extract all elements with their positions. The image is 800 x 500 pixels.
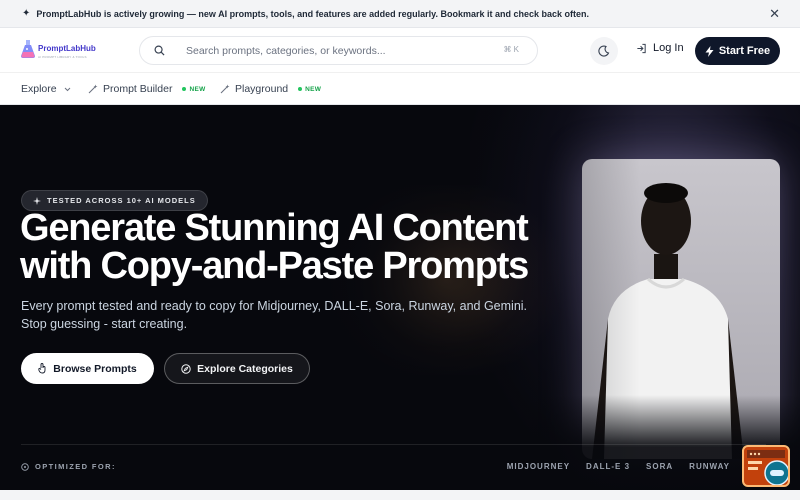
explore-categories-button[interactable]: Explore Categories: [164, 353, 310, 384]
chat-widget-button[interactable]: [742, 445, 790, 487]
model-name: SORA: [646, 462, 674, 471]
login-button[interactable]: Log In: [636, 42, 684, 54]
search-shortcut: ⌘ K: [503, 45, 519, 54]
model-name: RUNWAY: [689, 462, 730, 471]
nav-explore-label: Explore: [21, 83, 57, 95]
announcement-text: PromptLabHub is actively growing — new A…: [36, 8, 590, 19]
moon-icon: [598, 45, 610, 57]
hero-title-line1: Generate Stunning AI Content: [20, 207, 529, 249]
hero-title: Generate Stunning AI Content with Copy-a…: [20, 209, 640, 285]
start-free-button[interactable]: Start Free: [695, 37, 780, 65]
hero-subtitle-line1: Every prompt tested and ready to copy fo…: [21, 299, 528, 313]
page-bottom-strip: [0, 490, 800, 500]
tested-badge-label: TESTED ACROSS 10+ AI MODELS: [47, 196, 196, 205]
chevron-down-icon: [64, 87, 70, 91]
new-badge: NEW: [298, 86, 321, 93]
browse-prompts-button[interactable]: Browse Prompts: [21, 353, 154, 384]
browse-prompts-label: Browse Prompts: [53, 362, 137, 375]
target-icon: [21, 462, 29, 471]
supported-models: MIDJOURNEY DALL-E 3 SORA RUNWAY: [507, 462, 730, 471]
login-label: Log In: [653, 42, 684, 54]
explore-categories-label: Explore Categories: [197, 362, 293, 375]
compass-icon: [181, 363, 191, 374]
search-input[interactable]: [186, 44, 486, 57]
theme-toggle-button[interactable]: [590, 37, 618, 65]
chat-bot-icon: [747, 450, 788, 485]
close-icon[interactable]: ✕: [769, 6, 780, 22]
nav-prompt-builder-label: Prompt Builder: [103, 83, 173, 95]
nav-playground[interactable]: Playground NEW: [220, 83, 321, 95]
search-bar[interactable]: ⌘ K: [139, 36, 538, 65]
model-name: MIDJOURNEY: [506, 462, 571, 471]
announcement-bar: ✦ PromptLabHub is actively growing — new…: [0, 0, 800, 28]
hero-divider: [21, 444, 766, 445]
model-name: DALL-E 3: [586, 462, 631, 471]
sub-navigation: Explore Prompt Builder NEW Playground NE…: [0, 73, 800, 105]
hero-overlay: [0, 395, 800, 490]
flask-logo-icon: [21, 40, 35, 58]
hero-title-line2: with Copy-and-Paste Prompts: [20, 245, 529, 287]
hero-section: TESTED ACROSS 10+ AI MODELS Generate Stu…: [0, 105, 800, 490]
sparkle-icon: ✦: [22, 8, 31, 19]
lightning-icon: [705, 45, 714, 57]
pointer-icon: [38, 363, 46, 374]
start-free-label: Start Free: [718, 45, 771, 57]
logo-name: PromptLabHub: [38, 44, 96, 53]
search-icon: [144, 36, 174, 65]
nav-prompt-builder[interactable]: Prompt Builder NEW: [88, 83, 206, 95]
hero-subtitle: Every prompt tested and ready to copy fo…: [21, 297, 541, 333]
logo[interactable]: PromptLabHub AI PROMPT LIBRARY & TOOLS: [20, 39, 96, 59]
nav-playground-label: Playground: [235, 83, 289, 95]
login-icon: [637, 43, 646, 53]
nav-explore[interactable]: Explore: [21, 83, 71, 95]
logo-tagline: AI PROMPT LIBRARY & TOOLS: [38, 55, 87, 59]
wand-icon: [220, 84, 230, 94]
hero-subtitle-line2: Stop guessing - start creating.: [21, 317, 188, 331]
sparkle-icon: [33, 196, 41, 205]
site-header: PromptLabHub AI PROMPT LIBRARY & TOOLS ⌘…: [0, 28, 800, 73]
new-badge: NEW: [182, 86, 205, 93]
wand-icon: [88, 84, 98, 94]
optimized-for-label: OPTIMIZED FOR:: [21, 462, 116, 471]
